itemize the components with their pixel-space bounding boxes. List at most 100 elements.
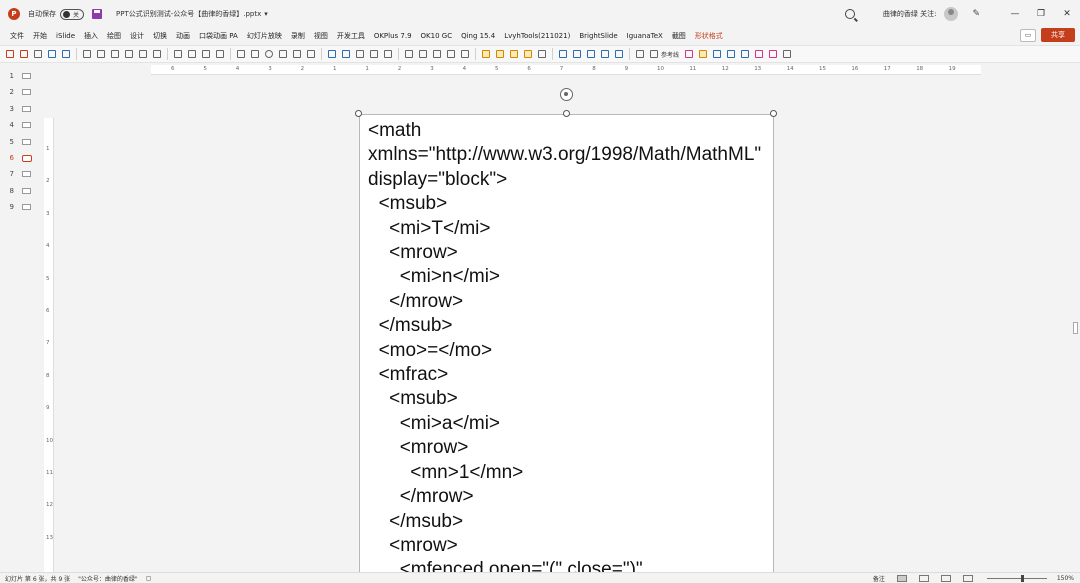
toolbar-tool-icon[interactable] [482,50,490,58]
autosave-toggle[interactable]: 关 [60,8,84,20]
slide-thumbnail-6[interactable]: 6 [0,151,42,165]
toolbar-tool-icon[interactable] [328,50,336,58]
slide-thumbnail-8[interactable]: 8 [0,184,42,198]
toolbar-tool-icon[interactable] [699,50,708,58]
tab-15[interactable]: Qing 15.4 [461,32,495,40]
toolbar-tool-icon[interactable] [34,50,42,58]
toolbar-tool-icon[interactable] [139,50,147,58]
zoom-slider[interactable] [986,575,1047,582]
toolbar-tool-icon[interactable] [307,50,315,58]
tab-3[interactable]: 插入 [84,31,98,41]
tab-5[interactable]: 设计 [130,31,144,41]
toolbar-tool-icon[interactable] [587,50,595,58]
toolbar-tool-icon[interactable] [713,50,722,58]
toolbar-tool-icon[interactable] [62,50,70,58]
tab-17[interactable]: BrightSlide [579,32,617,40]
toolbar-tool-icon[interactable] [755,50,764,58]
tab-11[interactable]: 视图 [314,31,328,41]
tab-4[interactable]: 绘图 [107,31,121,41]
avatar[interactable] [944,7,959,21]
toolbar-tool-icon[interactable] [293,50,301,58]
tab-12[interactable]: 开发工具 [337,31,365,41]
minimize-button[interactable]: — [1002,9,1028,19]
toolbar-tool-icon[interactable] [265,50,273,58]
scrollbar-thumb[interactable] [1073,322,1078,334]
toolbar-tool-icon[interactable] [356,50,364,58]
vertical-scrollbar[interactable] [1070,64,1080,572]
tab-7[interactable]: 动画 [176,31,190,41]
notes-button[interactable]: 备注 [873,574,885,583]
resize-handle-top-left[interactable] [355,110,362,117]
toolbar-tool-icon[interactable] [615,50,623,58]
toolbar-tool-icon[interactable] [433,50,441,58]
toolbar-tool-icon[interactable] [405,50,413,58]
tab-14[interactable]: OK10 GC [421,32,453,40]
toolbar-tool-icon[interactable] [153,50,161,58]
mathml-textbox[interactable]: <math xmlns="http://www.w3.org/1998/Math… [359,114,774,583]
slide-thumbnail-4[interactable]: 4 [0,118,42,132]
document-title[interactable]: PPT公式识别测试-公众号【曲律的香绿】.pptx ▾ [116,9,268,19]
toolbar-tool-icon[interactable] [524,50,532,58]
toolbar-tool-icon[interactable] [384,50,392,58]
toolbar-tool-icon[interactable] [342,50,350,58]
toolbar-tool-icon[interactable] [496,50,504,58]
toolbar-tool-icon[interactable] [419,50,427,58]
tab-10[interactable]: 录制 [291,31,305,41]
toolbar-tool-icon[interactable] [461,50,469,58]
search-icon[interactable] [844,9,855,19]
toolbar-tool-icon[interactable] [447,50,455,58]
tab-6[interactable]: 切换 [153,31,167,41]
toolbar-tool-icon[interactable] [251,50,259,58]
zoom-level[interactable]: 150% [1057,575,1074,582]
normal-view-button[interactable] [896,575,907,582]
toolbar-tool-icon[interactable] [83,50,91,58]
toolbar-tool-icon[interactable] [741,50,750,58]
toolbar-tool-icon[interactable] [97,50,105,58]
slide-thumbnail-1[interactable]: 1 [0,69,42,83]
toolbar-tool-icon[interactable] [237,50,245,58]
pen-icon[interactable]: ✎ [972,9,980,19]
toolbar-tool-icon[interactable] [601,50,609,58]
toolbar-tool-icon[interactable] [769,50,778,58]
slide-thumbnail-3[interactable]: 3 [0,102,42,116]
tab-9[interactable]: 幻灯片放映 [247,31,282,41]
zoom-slider-knob[interactable] [1020,575,1024,582]
toolbar-tool-icon[interactable] [111,50,119,58]
toolbar-tool-icon[interactable] [279,50,287,58]
toolbar-tool-icon[interactable] [216,50,224,58]
toolbar-tool-icon[interactable] [370,50,378,58]
tab-19[interactable]: 截图 [672,31,686,41]
tab-2[interactable]: iSlide [56,32,75,40]
toolbar-tool-icon[interactable] [559,50,567,58]
slide-thumbnail-2[interactable]: 2 [0,85,42,99]
save-icon[interactable] [92,9,102,19]
slide-sorter-button[interactable] [918,575,929,582]
toolbar-tool-icon[interactable] [783,50,792,58]
toolbar-tool-icon[interactable] [202,50,210,58]
tab-1[interactable]: 开始 [33,31,47,41]
resize-handle-top-right[interactable] [770,110,777,117]
slideshow-button[interactable] [962,575,973,582]
tab-8[interactable]: 口袋动画 PA [199,31,238,41]
ref-line-checkbox[interactable] [650,50,658,58]
restore-button[interactable]: ❐ [1028,9,1054,19]
reading-view-button[interactable] [940,575,951,582]
toolbar-tool-icon[interactable] [48,50,56,58]
toolbar-tool-icon[interactable] [538,50,546,58]
comment-button[interactable]: ▭ [1020,29,1036,42]
toolbar-tool-icon[interactable] [174,50,182,58]
tab-13[interactable]: OKPlus 7.9 [374,32,412,40]
mathml-code-text[interactable]: <math xmlns="http://www.w3.org/1998/Math… [368,119,768,583]
tab-0[interactable]: 文件 [10,31,24,41]
tab-20[interactable]: 形状格式 [695,31,723,41]
toolbar-tool-icon[interactable] [685,50,694,58]
user-name[interactable]: 曲律的香绿 关注: [883,9,937,19]
toolbar-tool-icon[interactable] [727,50,736,58]
close-button[interactable]: ✕ [1054,9,1080,19]
toolbar-tool-icon[interactable] [573,50,581,58]
resize-handle-top[interactable] [563,110,570,117]
toolbar-tool-icon[interactable] [510,50,518,58]
toolbar-tool-icon[interactable] [188,50,196,58]
accessibility-icon[interactable]: ▢ [146,575,152,582]
toolbar-tool-icon[interactable] [636,50,644,58]
